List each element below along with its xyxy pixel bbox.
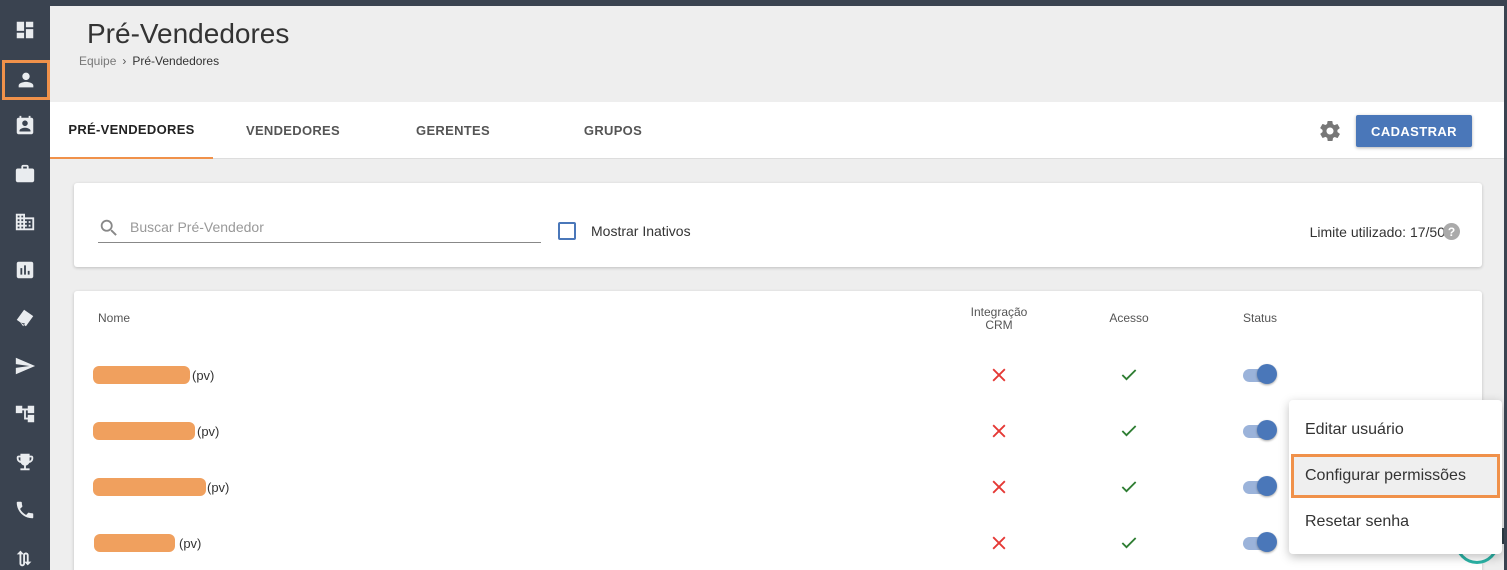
column-header-crm-line2: CRM	[985, 318, 1013, 332]
column-header-crm: Integração CRM	[964, 306, 1034, 332]
help-icon[interactable]: ?	[1443, 223, 1460, 240]
route-icon	[16, 550, 32, 567]
person-icon	[18, 72, 34, 88]
page-title: Pré-Vendedores	[87, 18, 290, 49]
redacted-name	[93, 478, 206, 496]
building-icon	[15, 213, 35, 231]
contact-card-icon	[16, 115, 34, 135]
sidebar-item-team[interactable]	[2, 60, 50, 100]
users-table: Nome Integração CRM Acesso Status (pv) (…	[74, 291, 1482, 570]
dashboard-icon	[16, 21, 34, 39]
show-inactive-label[interactable]: Mostrar Inativos	[591, 223, 691, 239]
tab-pre-vendedores[interactable]: PRÉ-VENDEDORES	[50, 102, 213, 159]
briefcase-icon	[15, 164, 35, 183]
check-icon	[1119, 533, 1139, 553]
usage-limit-text: Limite utilizado: 17/50	[1309, 224, 1445, 240]
name-suffix: (pv)	[207, 480, 230, 495]
tag-icon	[16, 309, 34, 327]
search-field	[98, 215, 541, 243]
table-row[interactable]: (pv)	[74, 411, 1482, 467]
column-header-status: Status	[1242, 311, 1278, 325]
settings-button[interactable]	[1318, 119, 1342, 143]
page-header: Pré-Vendedores Equipe › Pré-Vendedores	[50, 6, 1504, 102]
search-input[interactable]	[130, 215, 530, 239]
chevron-right-icon: ›	[122, 54, 127, 68]
tab-bar: PRÉ-VENDEDORES VENDEDORES GERENTES GRUPO…	[50, 102, 1504, 159]
sidebar-item-contacts[interactable]	[0, 102, 50, 150]
register-button[interactable]: CADASTRAR	[1356, 115, 1472, 147]
check-icon	[1119, 365, 1139, 385]
redacted-name	[93, 366, 190, 384]
close-icon	[989, 533, 1009, 553]
sidebar-item-reports[interactable]	[0, 246, 50, 294]
menu-item-edit-user[interactable]: Editar usuário	[1291, 408, 1500, 452]
table-row[interactable]: (pv)	[74, 355, 1482, 411]
sidebar-item-goals[interactable]	[0, 438, 50, 486]
status-toggle[interactable]	[1243, 476, 1277, 498]
bar-chart-icon	[16, 261, 34, 279]
close-icon	[989, 477, 1009, 497]
name-suffix: (pv)	[192, 368, 215, 383]
sidebar-item-hierarchy[interactable]	[0, 390, 50, 438]
redacted-name	[93, 422, 195, 440]
status-toggle[interactable]	[1243, 420, 1277, 442]
name-suffix: (pv)	[197, 424, 220, 439]
menu-item-reset-password[interactable]: Resetar senha	[1291, 500, 1500, 544]
table-row[interactable]: (pv)	[74, 523, 1482, 570]
close-icon	[989, 421, 1009, 441]
sidebar-item-deals[interactable]	[0, 150, 50, 198]
check-icon	[1119, 477, 1139, 497]
table-row[interactable]: (pv)	[74, 467, 1482, 523]
redacted-name	[94, 534, 175, 552]
sidebar-item-tags[interactable]	[0, 294, 50, 342]
column-header-name: Nome	[98, 311, 131, 325]
check-icon	[1119, 421, 1139, 441]
row-context-menu: Editar usuário Configurar permissões Res…	[1289, 400, 1502, 554]
status-toggle[interactable]	[1243, 364, 1277, 386]
tab-vendedores[interactable]: VENDEDORES	[213, 102, 373, 159]
sidebar	[0, 6, 50, 570]
sidebar-item-dashboard[interactable]	[0, 6, 50, 54]
hierarchy-icon	[15, 405, 35, 423]
show-inactive-checkbox[interactable]	[558, 222, 576, 240]
sidebar-item-send[interactable]	[0, 342, 50, 390]
breadcrumb-root-link[interactable]: Equipe	[79, 54, 116, 68]
filter-card: Mostrar Inativos Limite utilizado: 17/50…	[74, 183, 1482, 267]
column-header-access: Acesso	[1109, 311, 1149, 325]
send-icon	[15, 357, 36, 375]
status-toggle[interactable]	[1243, 532, 1277, 554]
tab-grupos[interactable]: GRUPOS	[533, 102, 693, 159]
search-icon	[100, 219, 117, 236]
trophy-icon	[16, 453, 34, 471]
breadcrumb: Equipe › Pré-Vendedores	[79, 54, 219, 68]
breadcrumb-current: Pré-Vendedores	[132, 54, 220, 68]
sidebar-item-calls[interactable]	[0, 486, 50, 534]
sidebar-item-companies[interactable]	[0, 198, 50, 246]
sidebar-item-routes[interactable]	[0, 534, 50, 570]
name-suffix: (pv)	[179, 536, 202, 551]
phone-icon	[16, 501, 34, 519]
gear-icon	[1320, 121, 1340, 141]
tab-gerentes[interactable]: GERENTES	[373, 102, 533, 159]
menu-item-configure-permissions[interactable]: Configurar permissões	[1291, 454, 1500, 498]
close-icon	[989, 365, 1009, 385]
